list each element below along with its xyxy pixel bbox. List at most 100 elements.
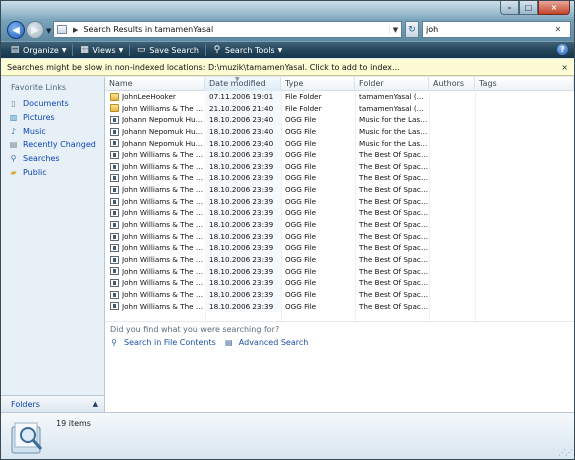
column-header-date-modified[interactable]: ▼ Date modified xyxy=(205,77,281,91)
sidebar-item-recently-changed[interactable]: ▤ Recently Changed xyxy=(9,138,96,152)
ogg-file-icon xyxy=(110,209,119,218)
address-dropdown-chevron-down-icon[interactable]: ▼ xyxy=(389,25,401,34)
file-name: JohnLeeHooker xyxy=(122,92,176,101)
column-header-authors[interactable]: Authors xyxy=(429,77,475,91)
cell-name: John Williams & The B... xyxy=(105,266,205,278)
searches-icon: ⚲ xyxy=(10,154,17,164)
help-button[interactable]: ? xyxy=(557,44,568,55)
search-input[interactable] xyxy=(423,25,551,34)
cell-authors xyxy=(429,266,475,278)
advanced-search-link[interactable]: ▤ Advanced Search xyxy=(224,338,308,347)
table-row[interactable]: John Williams & The B... 18.10.2006 23:39… xyxy=(105,207,574,220)
close-button[interactable]: × xyxy=(538,1,570,15)
cell-folder: The Best Of Space... xyxy=(359,161,429,171)
cell-authors xyxy=(429,196,475,208)
column-header-type[interactable]: Type xyxy=(281,77,355,91)
cell-name: Johann Nepomuk Hu... xyxy=(105,114,205,126)
resize-grip-icon[interactable]: ⋰⋰ xyxy=(558,448,573,457)
table-row[interactable]: John Williams & The B... 18.10.2006 23:39… xyxy=(105,160,574,173)
cell-authors xyxy=(429,172,475,184)
forward-button[interactable]: ▶ xyxy=(26,21,44,39)
organize-button[interactable]: ▤ Organize ▼ xyxy=(5,43,71,58)
table-row[interactable]: John Williams & The B... 18.10.2006 23:39… xyxy=(105,253,574,266)
cell-folder: Music for the Last ... xyxy=(359,126,429,136)
file-name: John Williams & The B... xyxy=(122,150,205,160)
cell-name: John Williams & The B... xyxy=(105,161,205,173)
breadcrumb[interactable]: Search Results in tamamenYasal xyxy=(83,25,389,34)
toolbar-divider xyxy=(204,44,206,56)
cell-name: John Williams & The B... xyxy=(105,242,205,254)
ogg-file-icon xyxy=(110,232,119,241)
column-header-name[interactable]: Name xyxy=(105,77,205,91)
column-header-folder[interactable]: Folder xyxy=(355,77,429,91)
sidebar-item-music[interactable]: ♪ Music xyxy=(9,124,96,138)
cell-date-modified: 18.10.2006 23:39 xyxy=(205,149,281,161)
cell-date-modified: 21.10.2006 21:40 xyxy=(205,102,281,115)
views-button[interactable]: ▦ Views ▼ xyxy=(74,43,128,58)
cell-type: OGG File xyxy=(285,301,317,311)
sidebar-item-pictures[interactable]: ▨ Pictures xyxy=(9,111,96,125)
views-icon: ▦ xyxy=(80,45,89,55)
cell-tags xyxy=(475,219,574,231)
cell-authors xyxy=(429,103,475,115)
address-bar[interactable]: ▶ Search Results in tamamenYasal ▼ xyxy=(53,21,402,38)
table-row[interactable]: John Williams & The B... 18.10.2006 23:39… xyxy=(105,265,574,278)
recent-pages-chevron-down-icon[interactable]: ▼ xyxy=(46,27,51,35)
cell-tags xyxy=(475,138,574,150)
table-row[interactable]: John Williams & The B... 18.10.2006 23:39… xyxy=(105,230,574,243)
column-header-tags[interactable]: Tags xyxy=(475,77,574,91)
cell-folder: The Best Of Space... xyxy=(359,243,429,253)
refresh-button[interactable]: ↻ xyxy=(405,21,419,38)
cell-authors xyxy=(429,242,475,254)
sidebar-item-label: Searches xyxy=(23,154,60,164)
cell-tags xyxy=(475,91,574,103)
cell-authors xyxy=(429,114,475,126)
cell-type: OGG File xyxy=(285,254,317,264)
sidebar-item-documents[interactable]: ▯ Documents xyxy=(9,97,96,111)
cell-folder: The Best Of Space... xyxy=(359,173,429,183)
table-row[interactable]: John Williams & The B... 18.10.2006 23:39… xyxy=(105,184,574,196)
table-row[interactable]: Johann Nepomuk Hu... 18.10.2006 23:40 OGG … xyxy=(105,137,574,150)
chevron-down-icon: ▼ xyxy=(277,46,283,54)
search-in-file-contents-link[interactable]: ⚲ Search in File Contents xyxy=(109,338,216,347)
back-button[interactable]: ◀ xyxy=(7,21,25,39)
close-infobar-icon[interactable]: × xyxy=(561,63,568,72)
file-name: Johann Nepomuk Hu... xyxy=(122,115,203,125)
cell-folder: The Best Of Space... xyxy=(359,278,429,288)
table-row[interactable]: John Williams & The B... 18.10.2006 23:39… xyxy=(105,277,574,289)
pictures-icon: ▨ xyxy=(9,113,18,123)
sidebar-item-public[interactable]: ▰ Public xyxy=(9,165,96,179)
table-row[interactable]: John Williams & The B... 18.10.2006 23:39… xyxy=(105,195,574,208)
table-row[interactable]: John Williams & The B... 21.10.2006 21:40… xyxy=(105,102,574,115)
cell-type: OGG File xyxy=(285,161,317,171)
file-name: John Williams & The B... xyxy=(122,254,205,264)
sidebar-item-searches[interactable]: ⚲ Searches xyxy=(9,152,96,166)
cell-date-modified: 18.10.2006 23:39 xyxy=(205,300,281,313)
table-row[interactable]: John Williams & The B... 18.10.2006 23:39… xyxy=(105,300,574,313)
table-row[interactable]: Johann Nepomuk Hu... 18.10.2006 23:40 OGG … xyxy=(105,114,574,126)
explorer-window: – □ × ◀ ▶ ▼ ▶ Search Results in tamamenY… xyxy=(0,0,575,460)
cell-date-modified: 18.10.2006 23:40 xyxy=(205,137,281,150)
save-search-button[interactable]: ▭ Save Search xyxy=(131,43,204,58)
clear-search-icon[interactable]: ✕ xyxy=(551,25,565,34)
cell-folder: tamamenYasal (D:... xyxy=(359,103,429,113)
minimize-button[interactable]: – xyxy=(500,1,519,15)
table-row[interactable]: John Williams & The B... 18.10.2006 23:39… xyxy=(105,172,574,185)
index-warning-bar[interactable]: Searches might be slow in non-indexed lo… xyxy=(1,59,574,76)
table-row[interactable]: John Williams & The B... 18.10.2006 23:39… xyxy=(105,288,574,301)
table-row[interactable]: Johann Nepomuk Hu... 18.10.2006 23:40 OGG … xyxy=(105,125,574,138)
search-contents-icon: ⚲ xyxy=(111,338,117,347)
table-row[interactable]: John Williams & The B... 18.10.2006 23:39… xyxy=(105,219,574,231)
file-name: John Williams & The B... xyxy=(122,208,205,218)
search-tools-button[interactable]: ⚲ Search Tools ▼ xyxy=(207,43,287,58)
table-row[interactable]: JohnLeeHooker 07.11.2006 19:01 File Folder… xyxy=(105,91,574,103)
maximize-button[interactable]: □ xyxy=(519,1,538,15)
breadcrumb-chevron-icon[interactable]: ▶ xyxy=(73,26,78,34)
table-row[interactable]: John Williams & The B... 18.10.2006 23:39… xyxy=(105,242,574,254)
search-hint-question: Did you find what you were searching for… xyxy=(110,325,280,334)
search-box[interactable]: ✕ xyxy=(422,21,571,38)
folders-toggle[interactable]: Folders ▲ xyxy=(1,395,104,412)
cell-folder: Music for the Last ... xyxy=(359,115,429,125)
column-headers: Name ▼ Date modified Type Folder Authors … xyxy=(105,77,574,91)
table-row[interactable]: John Williams & The B... 18.10.2006 23:39… xyxy=(105,149,574,161)
